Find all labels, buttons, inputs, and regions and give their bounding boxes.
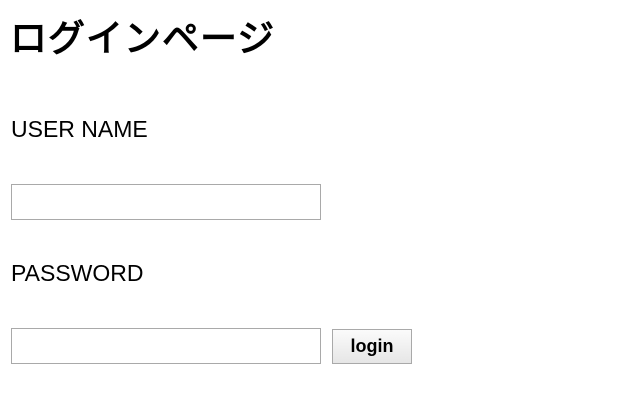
login-button[interactable]: login: [332, 329, 412, 364]
username-label: USER NAME: [11, 116, 148, 142]
username-input[interactable]: [11, 184, 321, 220]
page-title: ログインページ: [10, 17, 276, 60]
password-input[interactable]: [11, 328, 321, 364]
login-page: ログインページ USER NAME PASSWORD login: [0, 0, 642, 408]
password-label: PASSWORD: [11, 260, 144, 286]
